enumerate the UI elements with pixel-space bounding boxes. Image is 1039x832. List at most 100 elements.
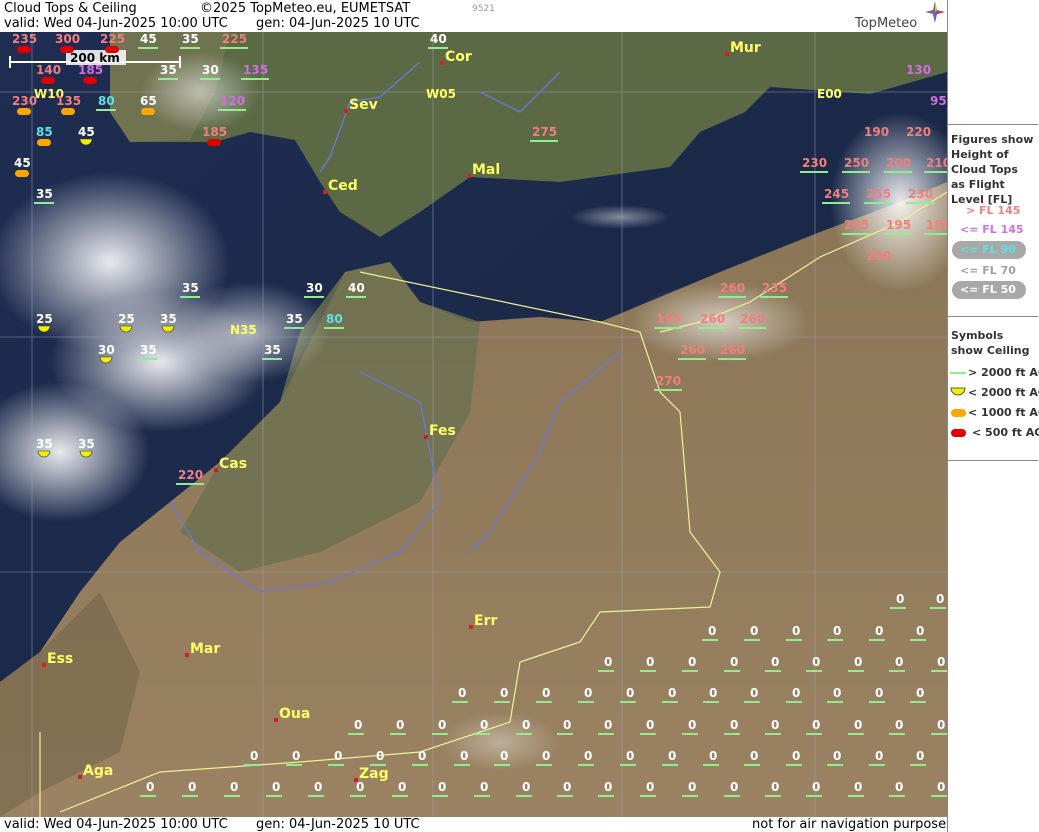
symbol-below-500: < 500 ft AGL: [972, 426, 1039, 439]
city-dot: [42, 663, 46, 667]
zero-text: 0: [937, 655, 945, 669]
flight-level-label: 80: [324, 312, 344, 329]
flight-level-text: 230: [12, 94, 37, 108]
zero-text: 0: [146, 780, 154, 794]
flight-level-text: 120: [220, 94, 245, 108]
disclaimer-text: not for air navigation purposes: [752, 817, 953, 832]
flight-level-text: 220: [906, 125, 931, 139]
city-label: Fes: [429, 423, 456, 439]
flight-level-text: 35: [36, 187, 53, 201]
flight-level-text: 135: [243, 63, 268, 77]
flight-level-text: 35: [264, 343, 281, 357]
zero-text: 0: [480, 780, 488, 794]
flight-level-label: 65: [140, 94, 157, 115]
zero-text: 0: [792, 686, 800, 700]
flight-level-label: 255: [864, 187, 892, 204]
ceiling-orange-mark: [17, 108, 31, 115]
flight-level-text: 30: [306, 281, 323, 295]
flight-level-text: 45: [140, 32, 157, 46]
ceiling-red-mark: [60, 46, 74, 53]
legend-panel: Figures show Height of Cloud Tops as Fli…: [947, 0, 1039, 832]
satellite-map[interactable]: 200 km W10 W05 E00 N35 Cor Mur Sev Ced Mal Fe…: [0, 32, 947, 817]
zero-text: 0: [895, 780, 903, 794]
zero-text: 0: [709, 749, 717, 763]
half-disc-icon: [950, 387, 966, 396]
copyright-text: ©2025 TopMeteo.eu, EUMETSAT: [200, 1, 411, 16]
flight-level-text: 40: [430, 32, 447, 46]
flight-level-text: 135: [56, 94, 81, 108]
zero-text: 0: [542, 686, 550, 700]
footer-generated-time: gen: 04-Jun-2025 10 UTC: [256, 817, 420, 832]
flight-level-text: 230: [802, 156, 827, 170]
zero-text: 0: [812, 780, 820, 794]
symbol-below-2000: < 2000 ft AGL: [968, 386, 1039, 399]
city-label: Sev: [349, 97, 378, 113]
flight-level-text: 30: [202, 63, 219, 77]
flight-level-label: 225: [220, 32, 248, 49]
figure-fl-145: <= FL 145: [960, 223, 1024, 236]
zero-text: 0: [480, 718, 488, 732]
zero-text: 0: [396, 718, 404, 732]
flight-level-text: 245: [824, 187, 849, 201]
zero-text: 0: [563, 780, 571, 794]
zero-text: 0: [626, 686, 634, 700]
city-dot: [78, 775, 82, 779]
zero-text: 0: [668, 749, 676, 763]
flight-level-text: 35: [160, 312, 177, 326]
zero-text: 0: [854, 780, 862, 794]
flight-level-label: 275: [530, 125, 558, 142]
ceiling-red-mark: [41, 77, 55, 84]
ceiling-orange-mark: [15, 170, 29, 177]
flight-level-label: 245: [822, 187, 850, 204]
flight-level-label: 95: [930, 94, 947, 108]
flight-level-label: 220: [906, 125, 931, 139]
flight-level-text: 35: [286, 312, 303, 326]
flight-level-text: 230: [908, 187, 933, 201]
zero-text: 0: [812, 718, 820, 732]
zero-text: 0: [895, 718, 903, 732]
flight-level-text: 200: [866, 249, 891, 263]
zero-text: 0: [896, 592, 904, 606]
zero-text: 0: [833, 624, 841, 638]
figures-legend-title: Figures show Height of Cloud Tops as Fli…: [951, 133, 1034, 206]
zero-text: 0: [646, 655, 654, 669]
city-label: Oua: [279, 706, 310, 722]
flight-level-text: 35: [182, 32, 199, 46]
city-label: Err: [474, 613, 497, 629]
flight-level-label: 195: [884, 218, 912, 235]
figure-fl-50: <= FL 50: [960, 283, 1016, 296]
flight-level-label: 260: [718, 281, 746, 298]
zero-text: 0: [604, 655, 612, 669]
flight-level-label: 220: [176, 468, 204, 485]
flight-level-text: 275: [532, 125, 557, 139]
flight-level-text: 35: [140, 343, 157, 357]
flight-level-label: 40: [428, 32, 448, 49]
zero-text: 0: [398, 780, 406, 794]
city-label: Mal: [472, 162, 500, 178]
symbols-legend-title: Symbols show Ceiling: [951, 329, 1030, 357]
flight-level-label: 245: [842, 218, 870, 235]
zero-text: 0: [937, 718, 945, 732]
flight-level-text: 260: [680, 343, 705, 357]
city-label: Ced: [328, 178, 358, 194]
flight-level-text: 185: [202, 125, 227, 139]
flight-level-text: 200: [886, 156, 911, 170]
zero-text: 0: [916, 686, 924, 700]
zero-text: 0: [604, 780, 612, 794]
flight-level-label: 35: [180, 32, 200, 49]
zero-text: 0: [916, 624, 924, 638]
footer-valid-time: valid: Wed 04-Jun-2025 10:00 UTC: [4, 817, 228, 832]
zero-text: 0: [500, 686, 508, 700]
flight-level-label: 235: [760, 281, 788, 298]
flight-level-text: 35: [78, 437, 95, 451]
map-code: 9521: [472, 4, 495, 14]
flight-level-label: 270: [654, 374, 682, 391]
grid-label-e00: E00: [817, 87, 842, 101]
orange-pill-icon: [951, 409, 966, 417]
zero-text: 0: [458, 686, 466, 700]
zero-text: 0: [604, 718, 612, 732]
zero-text: 0: [895, 655, 903, 669]
city-dot: [467, 174, 471, 178]
zero-text: 0: [584, 749, 592, 763]
zero-text: 0: [771, 655, 779, 669]
